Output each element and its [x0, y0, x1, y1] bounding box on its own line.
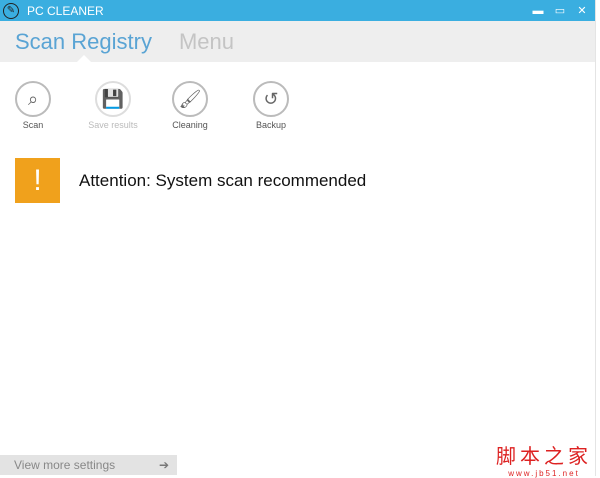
close-button[interactable]: ✕ [572, 0, 592, 21]
active-tab-caret [77, 55, 91, 62]
watermark: 脚本之家 www.jb51.net [496, 440, 592, 478]
brush-icon: 🖌 [172, 81, 208, 117]
search-icon: ⌕ [15, 81, 51, 117]
attention-alert: ! Attention: System scan recommended [15, 158, 366, 203]
view-more-settings-label: View more settings [14, 458, 116, 472]
header: Scan Registry Menu [0, 21, 595, 62]
save-results-button[interactable]: 💾 Save results [78, 81, 148, 130]
app-window: ✎ PC CLEANER ▬ ▭ ✕ Scan Registry Menu ⌕ S… [0, 0, 596, 476]
window-title: PC CLEANER [27, 3, 104, 18]
maximize-button[interactable]: ▭ [550, 0, 570, 21]
minimize-button[interactable]: ▬ [528, 0, 548, 21]
scan-button[interactable]: ⌕ Scan [0, 81, 68, 130]
scan-label: Scan [22, 120, 44, 130]
view-more-settings-button[interactable]: View more settings ➔ [0, 455, 177, 475]
cleaning-label: Cleaning [172, 120, 208, 130]
alert-message: Attention: System scan recommended [79, 170, 367, 190]
restore-icon: ↺ [253, 81, 289, 117]
save-results-label: Save results [88, 120, 138, 130]
backup-button[interactable]: ↺ Backup [236, 81, 306, 130]
save-icon: 💾 [95, 81, 131, 117]
arrow-right-icon: ➔ [158, 458, 169, 472]
cleaning-button[interactable]: 🖌 Cleaning [155, 81, 225, 130]
watermark-url: www.jb51.net [508, 469, 580, 478]
warning-icon: ! [15, 158, 60, 203]
watermark-title: 脚本之家 [496, 444, 592, 468]
title-bar: ✎ PC CLEANER ▬ ▭ ✕ [0, 0, 595, 21]
tab-scan-registry[interactable]: Scan Registry [15, 29, 152, 55]
wrench-logo-icon: ✎ [3, 2, 19, 19]
tab-menu[interactable]: Menu [179, 29, 234, 55]
backup-label: Backup [255, 120, 287, 130]
